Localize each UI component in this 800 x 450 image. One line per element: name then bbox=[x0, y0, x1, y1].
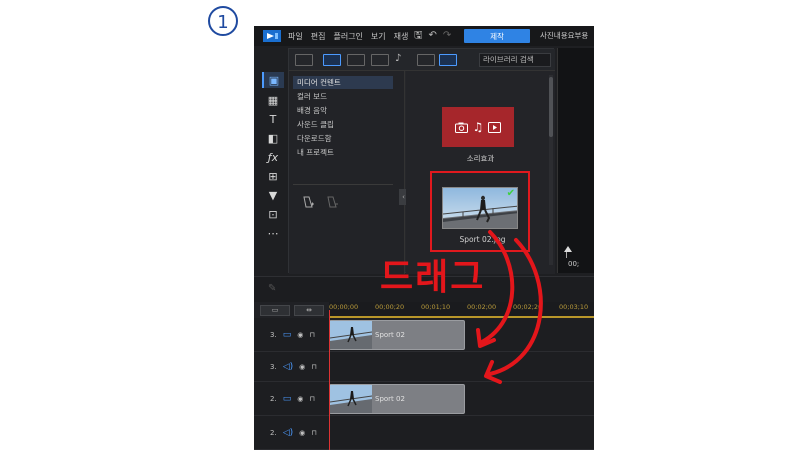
remove-tag-icon[interactable] bbox=[325, 195, 339, 209]
clip-thumbnail bbox=[330, 321, 372, 349]
clip-name: Sport 02 bbox=[375, 395, 405, 403]
library-scrollbar[interactable] bbox=[549, 75, 553, 265]
library-toolbar: ♪ 라이브러리 검색 bbox=[289, 49, 555, 71]
ruler-tick: 00;00;20 bbox=[375, 303, 405, 311]
transition-icon[interactable]: ◧ bbox=[262, 130, 284, 146]
ruler-tick: 00;01;10 bbox=[421, 303, 451, 311]
video-track-icon: ▭ bbox=[282, 329, 292, 340]
undo-icon[interactable]: ↶ bbox=[429, 29, 437, 43]
lock-icon[interactable]: ⊓ bbox=[311, 363, 316, 371]
track-number: 3. bbox=[270, 330, 277, 339]
video-play-icon bbox=[488, 121, 502, 133]
tree-item-sound-clips[interactable]: 사운드 클립 bbox=[293, 118, 393, 131]
filter-image-icon[interactable] bbox=[371, 54, 389, 66]
menu-items: 파일 편집 플러그인 보기 재생 bbox=[288, 26, 408, 46]
app-logo-icon bbox=[263, 30, 281, 42]
filter-video-icon[interactable] bbox=[347, 54, 365, 66]
pip-icon[interactable]: ⊞ bbox=[262, 168, 284, 184]
add-tag-icon[interactable] bbox=[301, 195, 315, 209]
audio-track-icon: ◁) bbox=[282, 361, 294, 372]
visibility-eye-icon[interactable]: ◉ bbox=[299, 429, 305, 437]
visibility-eye-icon[interactable]: ◉ bbox=[297, 395, 303, 403]
video-track-icon: ▭ bbox=[282, 393, 292, 404]
music-note-icon: ♫ bbox=[472, 120, 484, 134]
tree-item-bg-music[interactable]: 배경 음악 bbox=[293, 104, 393, 117]
audio-track-icon: ◁) bbox=[282, 427, 294, 438]
ruler-tick: 00;02;00 bbox=[467, 303, 497, 311]
preview-slider-thumb[interactable] bbox=[564, 246, 572, 252]
timeline-playhead[interactable] bbox=[329, 310, 330, 450]
sound-effects-tile[interactable]: ♫ bbox=[442, 107, 514, 147]
lock-icon[interactable]: ⊓ bbox=[309, 395, 314, 403]
track-number: 3. bbox=[270, 362, 277, 371]
preview-panel: 00; ▷ bbox=[557, 48, 594, 286]
clip-name: Sport 02 bbox=[375, 331, 405, 339]
redo-icon[interactable]: ↷ bbox=[443, 29, 451, 43]
ruler-tick: 00;02;20 bbox=[513, 303, 543, 311]
particle-icon[interactable]: ▼ bbox=[262, 187, 284, 203]
grid-view-icon[interactable] bbox=[439, 54, 457, 66]
menu-view[interactable]: 보기 bbox=[371, 31, 386, 42]
room-rail: ▣ ▦ T ◧ ƒx ⊞ ▼ ⊡ ⋯ bbox=[258, 68, 288, 278]
camera-icon bbox=[454, 122, 468, 133]
ruler-tick: 00;00;00 bbox=[329, 303, 359, 311]
filter-audio-icon[interactable]: ♪ bbox=[395, 54, 413, 66]
library-panel: ♪ 라이브러리 검색 미디어 컨텐트 컬러 보드 배경 음악 사운드 클립 다운… bbox=[288, 48, 555, 274]
menu-plugins[interactable]: 플러그인 bbox=[333, 31, 362, 42]
library-tree: 미디어 컨텐트 컬러 보드 배경 음악 사운드 클립 다운로드함 내 프로젝트 … bbox=[289, 71, 408, 274]
import-icon[interactable] bbox=[295, 54, 313, 66]
menu-play[interactable]: 재생 bbox=[394, 31, 409, 42]
menu-bar: 파일 편집 플러그인 보기 재생 🖫 ↶ ↷ 제작 사진내용요부용 bbox=[254, 26, 594, 46]
library-content: ♫ 소리효과 ✔ Sport 02.jpg bbox=[406, 71, 555, 274]
tree-item-my-projects[interactable]: 내 프로젝트 bbox=[293, 146, 393, 159]
library-search-input[interactable]: 라이브러리 검색 bbox=[479, 53, 551, 67]
step-number-badge: 1 bbox=[206, 4, 240, 38]
fit-timeline-button[interactable]: ⇹ bbox=[294, 305, 324, 316]
filter-all-icon[interactable] bbox=[323, 54, 341, 66]
title-icon[interactable]: T bbox=[262, 111, 284, 127]
clip-thumbnail bbox=[330, 385, 372, 413]
produce-button[interactable]: 제작 bbox=[464, 29, 530, 43]
in-use-check-icon: ✔ bbox=[506, 188, 515, 199]
film-icon[interactable]: ▦ bbox=[262, 92, 284, 108]
track-number: 2. bbox=[270, 394, 277, 403]
svg-text:1: 1 bbox=[217, 12, 228, 33]
tree-item-color-boards[interactable]: 컬러 보드 bbox=[293, 90, 393, 103]
menu-file[interactable]: 파일 bbox=[288, 31, 303, 42]
timeline-clip[interactable]: Sport 02 bbox=[329, 320, 465, 350]
track-manager-button[interactable]: ▭ bbox=[260, 305, 290, 316]
track-number: 2. bbox=[270, 428, 277, 437]
ruler-tick: 00;03;10 bbox=[559, 303, 589, 311]
fx-icon[interactable]: ƒx bbox=[262, 149, 284, 165]
sport-photo-thumbnail[interactable]: ✔ bbox=[442, 187, 518, 229]
visibility-eye-icon[interactable]: ◉ bbox=[299, 363, 305, 371]
edit-pencil-icon[interactable]: ✎ bbox=[268, 283, 276, 294]
menu-edit[interactable]: 편집 bbox=[311, 31, 326, 42]
sound-effects-label: 소리효과 bbox=[466, 154, 495, 163]
tree-divider bbox=[293, 184, 393, 185]
save-icon[interactable]: 🖫 bbox=[414, 29, 423, 43]
media-room-icon[interactable]: ▣ bbox=[262, 72, 284, 88]
drag-source-highlight: ✔ Sport 02.jpg bbox=[430, 171, 530, 252]
track-2-audio: 2. ◁) ◉ ⊓ bbox=[254, 416, 594, 450]
drag-annotation-text: 드래그 bbox=[380, 257, 486, 298]
lock-icon[interactable]: ⊓ bbox=[311, 429, 316, 437]
list-view-icon[interactable] bbox=[417, 54, 435, 66]
tree-item-media-content[interactable]: 미디어 컨텐트 bbox=[293, 76, 393, 89]
tree-item-downloads[interactable]: 다운로드함 bbox=[293, 132, 393, 145]
visibility-eye-icon[interactable]: ◉ bbox=[297, 331, 303, 339]
lock-icon[interactable]: ⊓ bbox=[309, 331, 314, 339]
video-editor-window: 파일 편집 플러그인 보기 재생 🖫 ↶ ↷ 제작 사진내용요부용 ▣ ▦ T … bbox=[254, 26, 594, 450]
preview-slider-track[interactable] bbox=[566, 252, 567, 258]
preview-timecode: 00; bbox=[568, 260, 580, 268]
timeline-ruler[interactable]: 00;00;00 00;00;20 00;01;10 00;02;00 00;0… bbox=[329, 302, 594, 318]
timeline-clip[interactable]: Sport 02 bbox=[329, 384, 465, 414]
chapter-icon[interactable]: ⊡ bbox=[262, 206, 284, 222]
track-3-audio: 3. ◁) ◉ ⊓ bbox=[254, 352, 594, 382]
sport-photo-label: Sport 02.jpg bbox=[459, 235, 506, 244]
more-icon[interactable]: ⋯ bbox=[262, 225, 284, 241]
project-title: 사진내용요부용 bbox=[540, 31, 589, 40]
